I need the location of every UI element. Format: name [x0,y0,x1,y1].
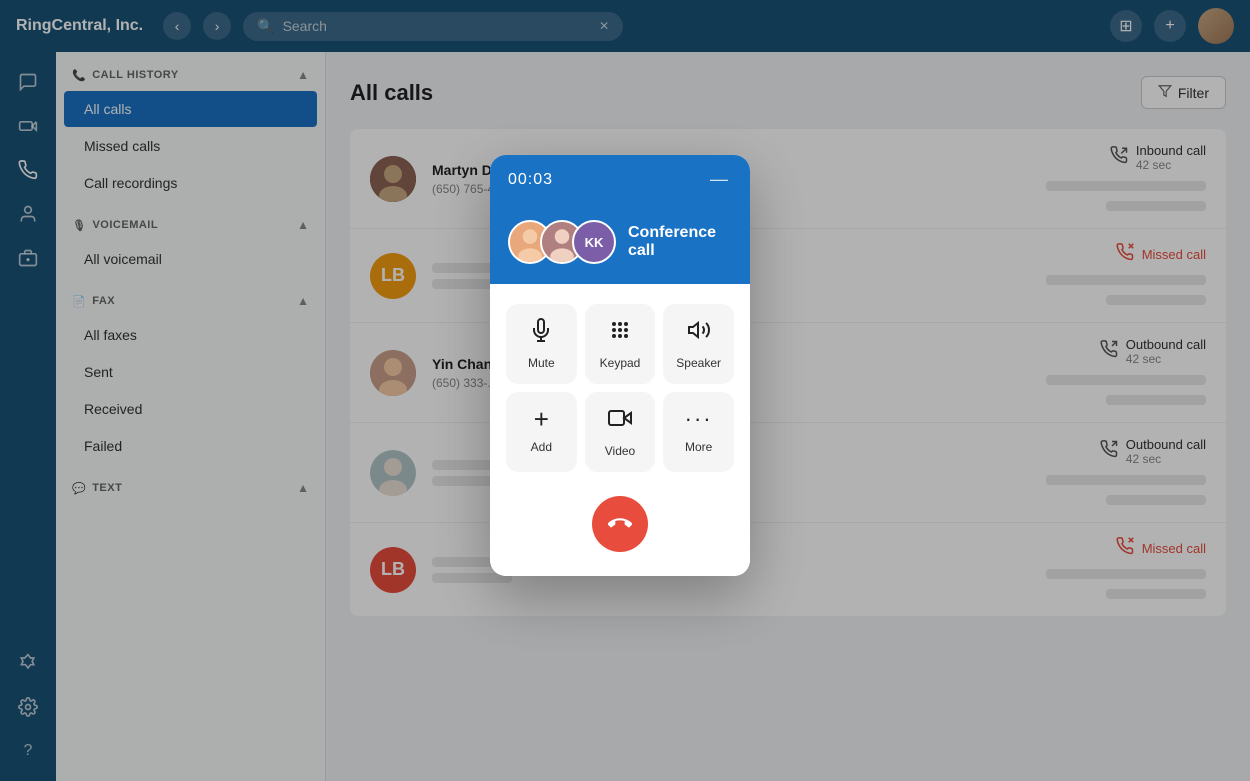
speaker-label: Speaker [676,356,721,370]
add-icon: + [534,406,549,432]
participant3-avatar: KK [572,220,616,264]
call-controls-grid: Mute Keypad Speaker [506,304,734,472]
call-modal-header: 00:03 — [490,155,750,204]
end-call-button[interactable] [592,496,648,552]
call-timer: 00:03 [508,171,553,189]
keypad-icon [608,318,632,348]
mute-icon [529,318,553,348]
video-label: Video [605,444,635,458]
conference-avatars: KK [508,220,616,264]
conference-row: KK Conference call [490,204,750,284]
speaker-icon [687,318,711,348]
speaker-button[interactable]: Speaker [663,304,734,384]
mute-label: Mute [528,356,555,370]
video-button[interactable]: Video [585,392,656,472]
call-modal-body: Mute Keypad Speaker [490,284,750,576]
overlay-backdrop: 00:03 — [0,0,1250,781]
call-modal: 00:03 — [490,155,750,576]
video-ctrl-icon [608,406,632,436]
keypad-label: Keypad [600,356,641,370]
add-label: Add [531,440,552,454]
minimize-button[interactable]: — [706,169,732,190]
conference-label: Conference call [628,224,732,260]
add-participant-button[interactable]: + Add [506,392,577,472]
end-call-icon [608,512,632,536]
keypad-button[interactable]: Keypad [585,304,656,384]
more-button[interactable]: ··· More [663,392,734,472]
mute-button[interactable]: Mute [506,304,577,384]
more-icon: ··· [685,406,713,432]
call-end-row [506,488,734,556]
more-label: More [685,440,712,454]
